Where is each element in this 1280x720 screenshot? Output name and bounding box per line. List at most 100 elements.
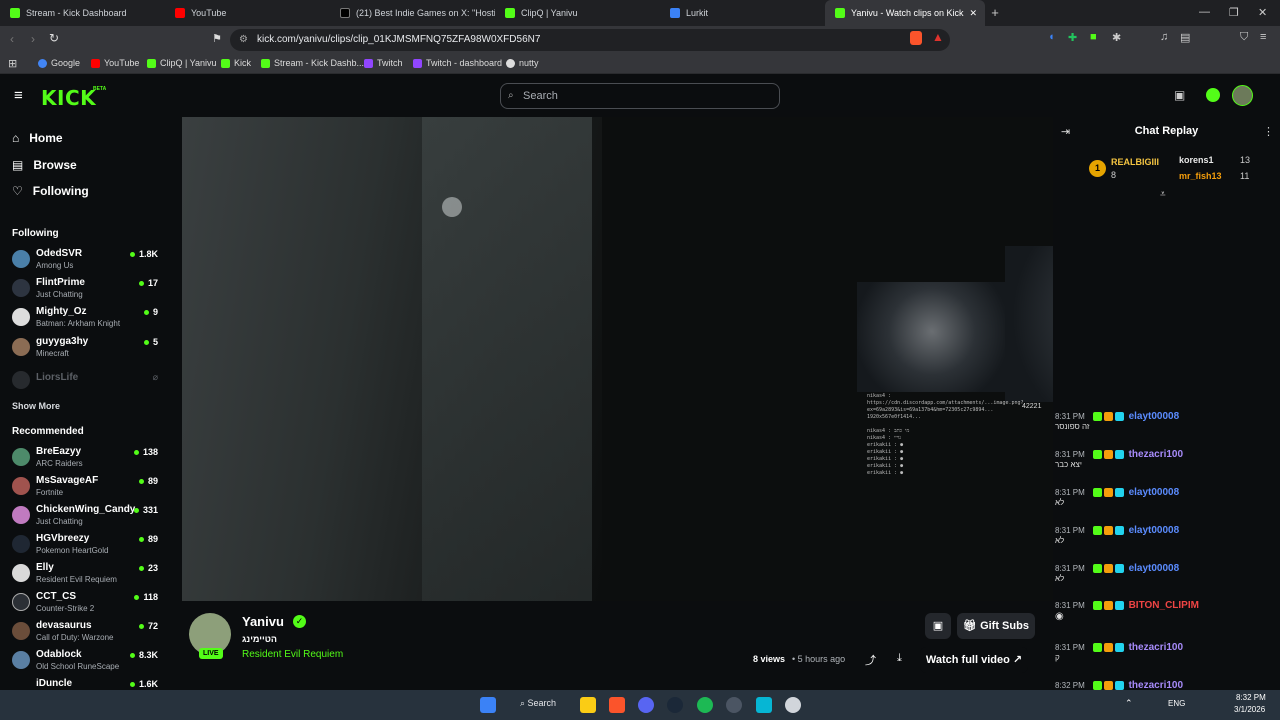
maximize-icon[interactable]: ❐ [1229,6,1239,19]
sidebar-channel[interactable]: CCT_CS Counter-Strike 2 118 [12,590,162,618]
expand-gifters-icon[interactable]: ⩡ [1160,189,1166,200]
spotify-icon[interactable] [697,697,713,713]
bookmark-twitch-dashboard[interactable]: Twitch - dashboard [413,58,502,68]
badge-icon [1114,411,1124,421]
tab-x[interactable]: (21) Best Indie Games on X: "Hostin [330,0,495,26]
bookmarks-bar: ⊞ Google YouTube ClipQ | Yanivu Kick Str… [0,54,1280,74]
sidebar-channel[interactable]: devasaurus Call of Duty: Warzone 72 [12,619,162,647]
sidebar-channel[interactable]: MsSavageAF Fortnite 89 [12,474,162,502]
nav-browse[interactable]: ▤ Browse [12,158,77,172]
back-icon[interactable]: ‹ [10,32,14,46]
obs-icon[interactable] [785,697,801,713]
share-icon[interactable]: ⤴ [865,652,876,668]
sidebar-channel[interactable]: FlintPrime Just Chatting 17 [12,276,162,304]
clip-video-player[interactable]: nikas4 : https://cdn.discordapp.com/attac… [182,117,1053,601]
sidebar-channel[interactable]: ChickenWing_Candy Just Chatting 331 [12,503,162,531]
tray-chevron-icon[interactable]: ⌃ [1125,698,1133,709]
bookmark-google[interactable]: Google [38,58,80,68]
gifter-name[interactable]: mr_fish13 [1179,171,1222,181]
user-avatar[interactable] [1232,85,1253,106]
gift-subs-button[interactable]: 🎁︎ Gift Subs [957,613,1035,639]
kick-badge-icon[interactable] [1206,88,1220,102]
search-input[interactable]: ⌕ Search [500,83,780,109]
download-icon[interactable]: ⤓ [897,652,902,665]
extension-icon[interactable]: ✚ [1068,31,1077,44]
badge-icon [1114,487,1124,497]
steam-icon[interactable] [667,697,683,713]
menu-icon[interactable]: ≡ [1260,31,1266,43]
game-link[interactable]: Resident Evil Requiem [242,649,343,660]
tab-clipq[interactable]: ClipQ | Yanivu [495,0,660,26]
app-icon[interactable] [756,697,772,713]
extension-icon[interactable]: ■ [1090,31,1097,43]
show-more-link[interactable]: Show More [12,401,60,411]
sidebar-channel[interactable]: OdedSVR Among Us 1.8K [12,247,162,275]
vpn-icon[interactable]: ⛉ [1240,31,1248,44]
tab-lurkit[interactable]: Lurkit [660,0,825,26]
language-indicator[interactable]: ENG [1168,699,1185,708]
gifter-name[interactable]: korens1 [1179,155,1214,165]
minimize-icon[interactable]: — [1199,6,1210,18]
discord-icon[interactable] [638,697,654,713]
reload-icon[interactable]: ↻ [49,31,59,45]
tab-kick-dashboard[interactable]: Stream - Kick Dashboard [0,0,165,26]
bookmark-clipq[interactable]: ClipQ | Yanivu [147,58,217,68]
url-field[interactable]: ⚙ kick.com/yanivu/clips/clip_01KJMSMFNQ7… [230,29,950,51]
brave-shield-icon[interactable] [910,31,922,45]
kick-logo[interactable]: KICK [41,86,96,110]
new-tab-button[interactable]: + [985,0,1005,26]
windows-taskbar: ⌕ Search ⌃ ENG 8:32 PM 3/1/2026 [0,690,1280,720]
close-window-icon[interactable]: ✕ [1258,6,1267,19]
site-settings-icon[interactable]: ⚙ [239,29,248,51]
kick-icon [261,58,270,68]
chat-menu-icon[interactable]: ⋮ [1263,125,1274,138]
bookmark-kick[interactable]: Kick [221,58,251,68]
sidebar-channel[interactable]: guyyga3hy Minecraft 5 [12,335,162,363]
bookmark-twitch[interactable]: Twitch [364,58,403,68]
media-icon[interactable]: ♫ [1160,31,1168,43]
bookmark-kick-dashboard[interactable]: Stream - Kick Dashb... [261,58,364,68]
tab-yanivu-clips[interactable]: Yanivu - Watch clips on Kick ✕ [825,0,985,26]
sidebar-toggle-icon[interactable]: ▤ [1180,31,1190,44]
brave-rewards-icon[interactable]: ▲ [932,30,944,44]
sidebar-channel-offline[interactable]: LiorsLife ⌀ [12,368,162,396]
chat-message: 8:31 PM elayt00008 לא [1055,525,1180,545]
badge-icon [1114,449,1124,459]
bookmark-youtube[interactable]: YouTube [91,58,139,68]
watch-full-video-button[interactable]: Watch full video ↗ [920,647,1028,673]
bookmark-nutty[interactable]: nutty [506,58,539,68]
top-gifter-name[interactable]: REALBIGIII [1111,157,1159,167]
hamburger-menu-icon[interactable]: ≡ [14,87,23,104]
forward-icon[interactable]: › [31,32,35,46]
verified-icon: ✓ [293,615,306,628]
badge-icon [1092,449,1102,459]
sidebar-channel[interactable]: iDuncle 1.6K [12,677,162,690]
sidebar-channel[interactable]: Mighty_Oz Batman: Arkham Knight 9 [12,305,162,333]
bookmark-icon[interactable]: ⚑ [212,32,222,45]
tab-youtube[interactable]: YouTube [165,0,330,26]
file-explorer-icon[interactable] [580,697,596,713]
windows-start-icon[interactable] [480,697,496,713]
chat-message: 8:31 PM thezacri100 יצא כבר [1055,449,1184,469]
extensions-icon[interactable]: ✱ [1112,31,1121,44]
overlay-count: 42221 [1022,403,1042,410]
sidebar-channel[interactable]: Elly Resident Evil Requiem 23 [12,561,162,589]
sidebar-channel[interactable]: HGVbreezy Pokemon HeartGold 89 [12,532,162,560]
close-tab-icon[interactable]: ✕ [970,8,978,19]
sidebar-channel[interactable]: Odablock Old School RuneScape 8.3K [12,648,162,676]
sidebar-channel[interactable]: BreEazyy ARC Raiders 138 [12,445,162,473]
taskbar-search[interactable]: ⌕ Search [520,698,556,709]
apps-grid-icon[interactable]: ⊞ [8,57,17,70]
app-icon[interactable] [726,697,742,713]
theater-icon: ▣ [932,620,944,632]
nav-home[interactable]: ⌂ Home [12,131,63,145]
nav-following[interactable]: ♡ Following [12,184,89,198]
brave-browser-icon[interactable] [609,697,625,713]
streamer-name[interactable]: Yanivu [242,614,284,629]
live-badge: LIVE [199,648,223,659]
creator-dashboard-icon[interactable]: ▣ [1174,88,1185,102]
badge-icon [1103,600,1113,610]
browse-icon: ▤ [12,158,24,172]
theater-mode-button[interactable]: ▣ [925,613,951,639]
extension-icon[interactable]: ◖ [1048,31,1055,43]
